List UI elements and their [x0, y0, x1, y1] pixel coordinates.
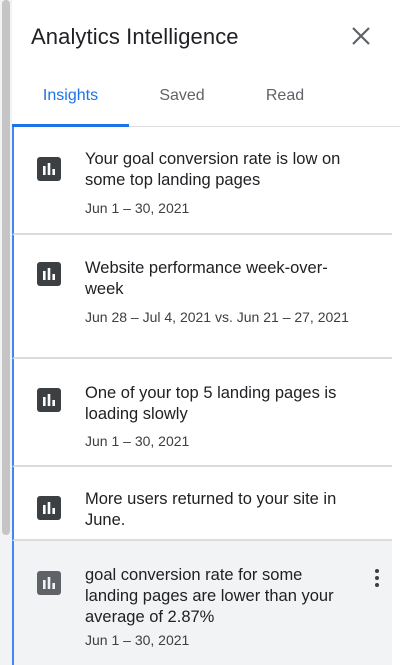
insight-title: One of your top 5 landing pages is loadi…: [85, 384, 337, 423]
insight-date: Jun 1 – 30, 2021: [85, 433, 190, 449]
insight-date: Jun 28 – Jul 4, 2021 vs. Jun 21 – 27, 20…: [85, 309, 349, 325]
insight-date: Jun 1 – 30, 2021: [85, 632, 190, 648]
bar-chart-icon: [37, 157, 61, 181]
more-options-button[interactable]: [374, 569, 380, 589]
panel-title: Analytics Intelligence: [31, 24, 239, 49]
analytics-intelligence-panel: Analytics Intelligence Insights Saved Re…: [0, 0, 400, 665]
insight-title: More users returned to your site in June…: [85, 490, 337, 529]
insight-card[interactable]: One of your top 5 landing pages is loadi…: [12, 359, 392, 467]
insight-card[interactable]: More users returned to your site in June…: [12, 467, 392, 541]
scrollbar-track[interactable]: [0, 0, 12, 665]
tab-bar: Insights Saved Read: [12, 74, 400, 127]
insights-list: Your goal conversion rate is low on some…: [12, 127, 400, 665]
insight-card[interactable]: Your goal conversion rate is low on some…: [12, 127, 392, 235]
bar-chart-icon: [37, 571, 61, 595]
insight-card[interactable]: goal conversion rate for some landing pa…: [12, 541, 392, 665]
close-icon: [352, 27, 370, 45]
tab-read[interactable]: Read: [235, 74, 335, 126]
insight-title: Website performance week-over-week: [85, 259, 328, 298]
insight-title: Your goal conversion rate is low on some…: [85, 150, 341, 189]
bar-chart-icon: [37, 496, 61, 520]
panel-header: Analytics Intelligence: [12, 0, 400, 74]
more-vertical-icon: [374, 569, 380, 587]
bar-chart-icon: [37, 262, 61, 286]
insight-date: Jun 1 – 30, 2021: [85, 200, 190, 216]
tab-insights[interactable]: Insights: [12, 74, 129, 126]
close-button[interactable]: [350, 25, 372, 47]
bar-chart-icon: [37, 388, 61, 412]
tab-saved[interactable]: Saved: [129, 74, 235, 126]
insight-title: goal conversion rate for some landing pa…: [85, 566, 334, 626]
scrollbar-thumb[interactable]: [2, 0, 10, 535]
insight-card[interactable]: Website performance week-over-week Jun 2…: [12, 235, 392, 359]
